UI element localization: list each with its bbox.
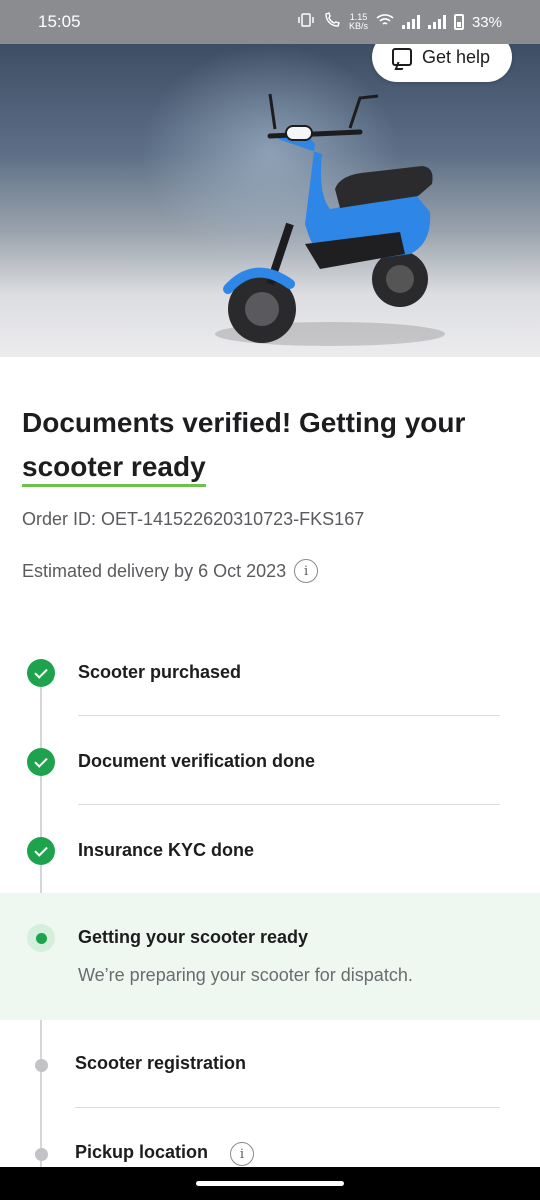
order-timeline: Scooter purchased Document verification …: [0, 617, 540, 1187]
divider: [75, 1107, 500, 1108]
active-step-dot: [27, 924, 55, 952]
net-speed-unit: KB/s: [348, 21, 368, 31]
status-time: 15:05: [38, 12, 81, 31]
divider: [78, 715, 500, 716]
check-icon: [27, 659, 55, 687]
info-icon[interactable]: i: [230, 1142, 254, 1166]
status-bar: 15:05 1.15 KB/s 33%: [0, 0, 540, 44]
status-icons: 1.15 KB/s 33%: [297, 12, 502, 32]
battery-icon: [453, 14, 464, 30]
signal-icon-1: [401, 15, 420, 29]
pending-step-dot: [35, 1148, 48, 1161]
check-icon: [27, 837, 55, 865]
info-icon[interactable]: i: [294, 559, 319, 583]
divider: [78, 804, 500, 805]
step-label: Document verification done: [78, 751, 316, 771]
step-label: Getting your scooter ready: [78, 927, 309, 947]
system-nav-bar: [0, 1167, 540, 1200]
signal-icon-2: [427, 15, 446, 29]
order-id: Order ID: OET-141522620310723-FKS167: [22, 509, 365, 529]
hero-image: Get help: [0, 44, 540, 357]
page-title: Documents verified! Getting your scooter…: [22, 401, 512, 489]
estimated-delivery-text: Estimated delivery by 6 Oct 2023: [22, 560, 287, 581]
network-speed: 1.15 KB/s: [349, 13, 368, 31]
step-subtitle: We’re preparing your scooter for dispatc…: [78, 965, 413, 985]
call-icon: [323, 12, 341, 32]
vibrate-icon: [297, 13, 315, 31]
title-line-2: scooter ready: [22, 451, 206, 487]
get-help-button[interactable]: Get help: [371, 44, 512, 82]
chat-icon: [391, 48, 412, 66]
wifi-icon: [376, 13, 394, 31]
step-label: Scooter purchased: [78, 662, 242, 682]
get-help-label: Get help: [421, 46, 490, 67]
step-label: Scooter registration: [75, 1053, 247, 1073]
pending-step-dot: [35, 1059, 48, 1072]
home-indicator[interactable]: [196, 1181, 344, 1186]
timeline-step-getting-ready: Getting your scooter ready We’re prepari…: [0, 893, 540, 1020]
battery-percent: 33%: [471, 13, 502, 31]
title-line-1: Documents verified! Getting your: [22, 407, 466, 438]
step-label: Insurance KYC done: [78, 840, 255, 860]
scooter-image: [215, 93, 445, 346]
estimated-delivery: Estimated delivery by 6 Oct 2023 i: [22, 559, 319, 583]
check-icon: [27, 748, 55, 776]
step-label: Pickup location: [75, 1142, 209, 1162]
